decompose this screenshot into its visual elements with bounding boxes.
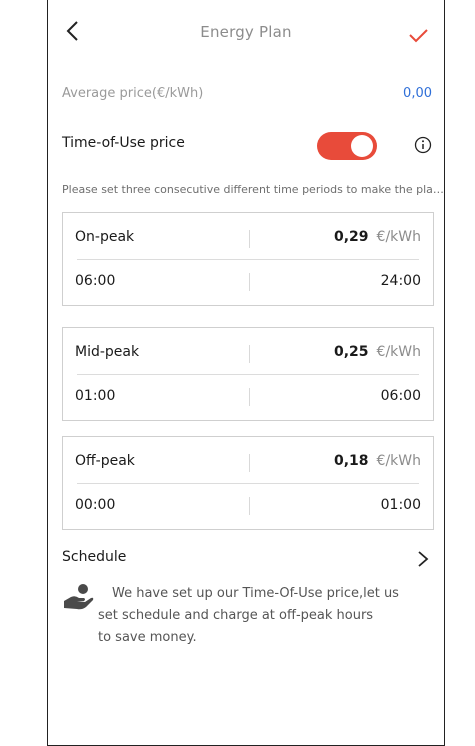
period-name: Off-peak [75,453,135,469]
tip-line: We have set up our Time-Of-Use price,let… [112,586,399,601]
divider [249,230,250,248]
average-price-row: Average price(€/kWh) 0,00 [62,86,432,106]
period-start-time[interactable]: 06:00 [75,273,115,289]
period-name: On-peak [75,229,135,245]
divider [77,259,419,260]
period-start-time[interactable]: 01:00 [75,388,115,404]
checkmark-icon[interactable] [406,24,430,46]
period-price[interactable]: 0,29 €/kWh [334,229,421,245]
price-unit: €/kWh [376,344,421,360]
time-of-use-row: Time-of-Use price [62,132,432,160]
period-card-on-peak: On-peak 0,29 €/kWh 06:00 24:00 [62,212,434,306]
tip-line: set schedule and charge at off-peak hour… [98,608,374,623]
period-card-off-peak: Off-peak 0,18 €/kWh 00:00 01:00 [62,436,434,530]
toggle-knob [351,135,373,157]
divider [77,483,419,484]
period-price[interactable]: 0,25 €/kWh [334,344,421,360]
energy-plan-screen: Energy Plan Average price(€/kWh) 0,00 Ti… [47,0,445,746]
divider [77,374,419,375]
price-value: 0,29 [334,229,369,245]
price-unit: €/kWh [376,229,421,245]
hand-coin-icon [64,584,94,610]
period-name: Mid-peak [75,344,140,360]
schedule-label: Schedule [62,549,127,565]
header-bar: Energy Plan [48,0,444,78]
page-title: Energy Plan [200,23,292,41]
divider [249,345,250,363]
schedule-row[interactable]: Schedule [62,547,432,573]
price-unit: €/kWh [376,453,421,469]
average-price-label: Average price(€/kWh) [62,86,204,101]
period-end-time[interactable]: 06:00 [381,388,421,404]
period-price[interactable]: 0,18 €/kWh [334,453,421,469]
period-end-time[interactable]: 24:00 [381,273,421,289]
divider [249,454,250,472]
period-end-time[interactable]: 01:00 [381,497,421,513]
schedule-tip-text: We have set up our Time-Of-Use price,let… [98,583,432,649]
chevron-right-icon [418,551,429,567]
price-value: 0,25 [334,344,369,360]
tip-line: to save money. [98,630,197,645]
time-of-use-toggle[interactable] [317,132,377,160]
info-icon[interactable] [414,136,432,154]
period-card-mid-peak: Mid-peak 0,25 €/kWh 01:00 06:00 [62,327,434,421]
divider [249,273,250,291]
average-price-value: 0,00 [403,86,432,101]
divider [249,388,250,406]
divider [249,497,250,515]
period-start-time[interactable]: 00:00 [75,497,115,513]
time-of-use-label: Time-of-Use price [62,135,185,151]
price-value: 0,18 [334,453,369,469]
instruction-hint: Please set three consecutive different t… [62,183,444,196]
